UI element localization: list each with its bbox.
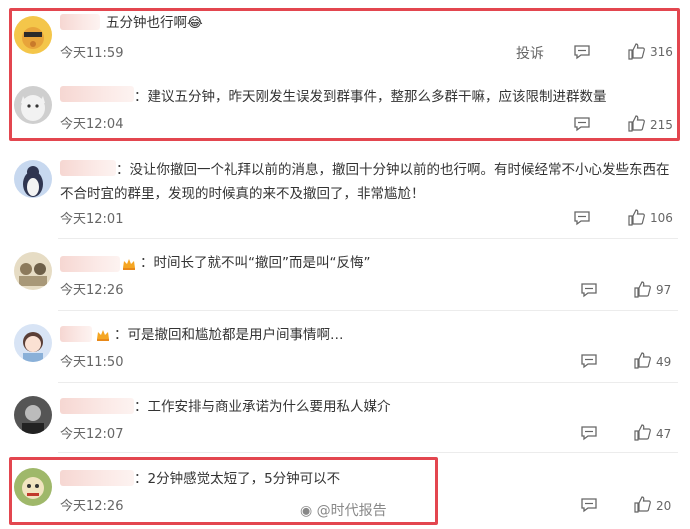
comment-time: 今天11:50 (60, 355, 124, 370)
username-blurred[interactable] (60, 398, 134, 414)
divider (58, 382, 678, 383)
username-blurred[interactable] (60, 86, 134, 102)
comment-text: ：时间长了就不叫“撤回”而是叫“反悔” (140, 255, 371, 271)
watermark-text: @时代报告 (316, 503, 387, 519)
reply-icon[interactable] (580, 497, 598, 513)
comment-text: ：工作安排与商业承诺为什么要用私人媒介 (134, 399, 391, 415)
reply-icon[interactable] (573, 116, 591, 132)
avatar[interactable] (14, 160, 52, 198)
comment-time: 今天11:59 (60, 46, 124, 61)
reply-icon[interactable] (580, 282, 598, 298)
like-count: 20 (656, 499, 672, 513)
comment-time: 今天12:26 (60, 283, 124, 298)
avatar-cat-image (14, 86, 52, 124)
weibo-logo-icon: ◉ (300, 503, 317, 519)
comment-text: ：可是撤回和尴尬都是用户间事情啊… (114, 327, 344, 343)
comment-text: 五分钟也行啊😂 (106, 15, 203, 31)
like-count: 49 (656, 355, 672, 369)
like-count: 106 (650, 211, 673, 225)
comment-time: 今天12:07 (60, 427, 124, 442)
like-icon[interactable] (628, 43, 645, 60)
username-blurred[interactable] (60, 14, 100, 30)
reply-icon[interactable] (580, 425, 598, 441)
divider (58, 452, 678, 453)
comment-text-line-1: ：没让你撤回一个礼拜以前的消息，撤回十分钟以前的也行啊。有时候经常不小心发些东西… (116, 162, 670, 178)
reply-icon[interactable] (573, 44, 591, 60)
avatar-man-image (14, 396, 52, 434)
username-blurred[interactable] (60, 256, 120, 272)
like-icon[interactable] (628, 115, 645, 132)
comment-text-line-2: 不合时宜的群里，发现的时候真的来不及撤回了，非常尴尬！ (60, 186, 425, 202)
comment-time: 今天12:26 (60, 499, 124, 514)
like-icon[interactable] (634, 496, 651, 513)
avatar[interactable] (14, 16, 52, 54)
divider (58, 310, 678, 311)
vip-crown-icon (97, 330, 109, 341)
avatar-girl-image (14, 324, 52, 362)
like-count: 47 (656, 427, 672, 441)
avatar-group-image (14, 252, 52, 290)
like-count: 316 (650, 45, 673, 59)
avatar[interactable] (14, 468, 52, 506)
avatar[interactable] (14, 252, 52, 290)
comment-time: 今天12:04 (60, 117, 124, 132)
avatar[interactable] (14, 396, 52, 434)
reply-icon[interactable] (573, 210, 591, 226)
vip-crown-icon (123, 259, 135, 270)
like-count: 97 (656, 283, 672, 297)
like-icon[interactable] (634, 281, 651, 298)
username-blurred[interactable] (60, 326, 92, 342)
comment-text: ：建议五分钟，昨天刚发生误发到群事件，整那么多群干嘛，应该限制进群数量 (134, 89, 607, 105)
like-icon[interactable] (628, 209, 645, 226)
reply-icon[interactable] (580, 353, 598, 369)
watermark: ◉ @时代报告 (300, 500, 387, 520)
like-count: 215 (650, 118, 673, 132)
like-icon[interactable] (634, 424, 651, 441)
avatar[interactable] (14, 324, 52, 362)
avatar-cartoon-image (14, 468, 52, 506)
comment-time: 今天12:01 (60, 212, 124, 227)
divider (58, 238, 678, 239)
username-blurred[interactable] (60, 470, 134, 486)
avatar-pig-image (14, 16, 52, 54)
laughing-emoji-icon: 😂 (187, 15, 203, 31)
username-blurred[interactable] (60, 160, 116, 176)
comment-text: ：2分钟感觉太短了，5分钟可以不 (134, 471, 341, 487)
like-icon[interactable] (634, 352, 651, 369)
avatar[interactable] (14, 86, 52, 124)
report-button[interactable]: 投诉 (516, 43, 544, 63)
avatar-penguin-image (14, 160, 52, 198)
